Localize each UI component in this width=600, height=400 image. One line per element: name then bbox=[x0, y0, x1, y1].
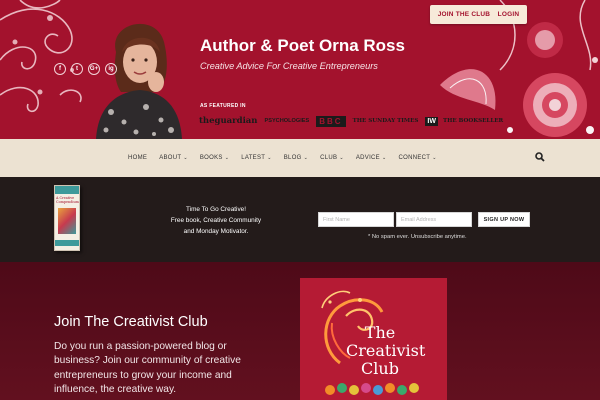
join-club-button[interactable]: JOIN THE CLUB bbox=[438, 11, 490, 18]
chevron-down-icon: ⌄ bbox=[267, 155, 272, 161]
instagram-icon[interactable]: ig bbox=[105, 63, 117, 75]
sunday-times-logo: THE SUNDAY TIMES bbox=[352, 118, 419, 124]
twitter-icon[interactable]: t bbox=[71, 63, 83, 75]
nav-item-home[interactable]: HOME bbox=[128, 155, 147, 161]
site-title[interactable]: Author & Poet Orna Ross bbox=[200, 36, 405, 56]
author-photo bbox=[86, 12, 186, 139]
chevron-down-icon: ⌄ bbox=[183, 155, 188, 161]
book-cover: A Creative Compendium bbox=[54, 185, 80, 251]
signup-line-3: and Monday Motivator. bbox=[183, 228, 249, 235]
page: JOIN THE CLUB LOGIN f t G+ ig Author & P… bbox=[0, 0, 600, 400]
press-logos: theguardian PSYCHOLOGIES BBC THE SUNDAY … bbox=[199, 113, 503, 129]
club-description: Do you run a passion-powered blog or bus… bbox=[54, 341, 241, 396]
chevron-down-icon: ⌄ bbox=[432, 155, 437, 161]
first-name-field[interactable]: First Name bbox=[318, 212, 394, 227]
signup-message: Time To Go Creative! Free book, Creative… bbox=[160, 204, 272, 237]
iw-logo: IW bbox=[425, 116, 438, 126]
nav-item-connect[interactable]: CONNECT ⌄ bbox=[398, 155, 436, 161]
site-header: JOIN THE CLUB LOGIN f t G+ ig Author & P… bbox=[0, 0, 600, 139]
sign-up-button[interactable]: SIGN UP NOW bbox=[478, 212, 530, 227]
nav-item-advice[interactable]: ADVICE ⌄ bbox=[356, 155, 387, 161]
signup-line-2: Free book, Creative Community bbox=[170, 217, 262, 224]
nav-item-about[interactable]: ABOUT ⌄ bbox=[159, 155, 188, 161]
nav-item-club[interactable]: CLUB ⌄ bbox=[320, 155, 344, 161]
main-navigation: HOME ABOUT ⌄ BOOKS ⌄ LATEST ⌄ BLOG ⌄ CLUB ⌄ A… bbox=[0, 139, 600, 177]
spam-note: * No spam ever. Unsubscribe anytime. bbox=[368, 234, 467, 240]
email-field[interactable]: Email Address bbox=[396, 212, 472, 227]
signup-line-1: Time To Go Creative! bbox=[185, 206, 247, 213]
nav-item-latest[interactable]: LATEST ⌄ bbox=[241, 155, 272, 161]
bookseller-logo: THE BOOKSELLER bbox=[442, 118, 504, 124]
search-icon[interactable] bbox=[535, 152, 545, 162]
account-buttons: JOIN THE CLUB LOGIN bbox=[430, 5, 527, 24]
site-tagline: Creative Advice For Creative Entrepreneu… bbox=[200, 61, 378, 71]
chevron-down-icon: ⌄ bbox=[381, 155, 387, 161]
club-heading: Join The Creativist Club bbox=[54, 314, 208, 330]
bbc-logo: BBC bbox=[316, 115, 346, 127]
google-plus-icon[interactable]: G+ bbox=[88, 63, 100, 75]
facebook-icon[interactable]: f bbox=[54, 63, 66, 75]
login-button[interactable]: LOGIN bbox=[498, 11, 520, 18]
guardian-logo: theguardian bbox=[199, 116, 258, 126]
club-image-title: The Creativist Club bbox=[346, 323, 426, 378]
chevron-down-icon: ⌄ bbox=[339, 155, 344, 161]
featured-in-label: AS FEATURED IN bbox=[200, 103, 246, 109]
psychologies-logo: PSYCHOLOGIES bbox=[264, 118, 310, 124]
chevron-down-icon: ⌄ bbox=[303, 155, 309, 161]
chevron-down-icon: ⌄ bbox=[224, 155, 230, 161]
nav-item-blog[interactable]: BLOG ⌄ bbox=[284, 155, 308, 161]
social-links: f t G+ ig bbox=[54, 63, 117, 75]
nav-item-books[interactable]: BOOKS ⌄ bbox=[200, 155, 229, 161]
